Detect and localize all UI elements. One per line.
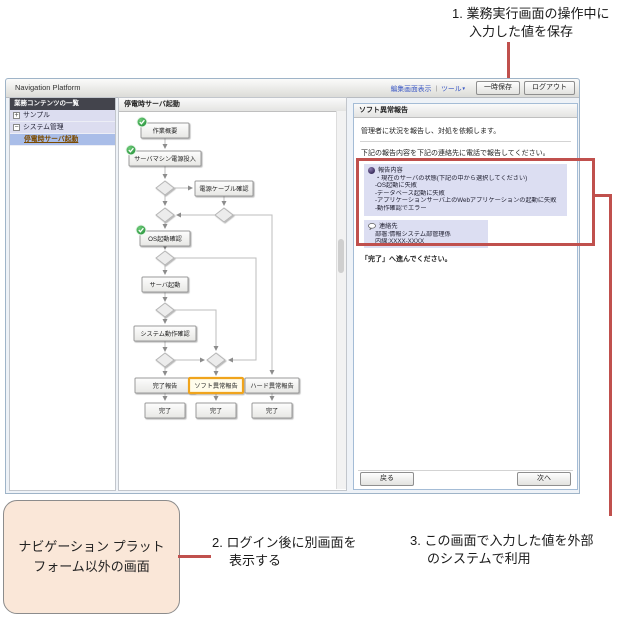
flow-node-done-report[interactable]: 完了報告 [134,377,196,394]
annotation-2-line1: 2. ログイン後に別画面を [212,535,357,550]
flow-node-cable-check[interactable]: 電源ケーブル確認 [194,180,254,197]
app-window: Navigation Platform 編集画面表示 | ツール▼ 一時保存 ロ… [5,78,580,494]
annotation-1-line2: 入力した値を保存 [469,24,574,40]
flow-node-system-check[interactable]: システム動作確認 [133,325,197,342]
tools-menu-link[interactable]: ツール▼ [441,83,466,93]
annotation-2-line2: 表示する [229,553,282,569]
svg-text:完了報告: 完了報告 [153,382,178,390]
divider [360,141,571,142]
tools-menu-label: ツール [441,86,462,93]
proceed-note: 「完了」へ進んでください。 [361,256,452,263]
annotation-3-line2: のシステムで利用 [427,551,531,567]
callout-box-report-content [356,158,595,246]
callout-line-1 [507,42,510,79]
check-icon [135,224,147,236]
page: 1. 業務実行画面の操作中に 入力した値を保存 Navigation Platf… [0,0,632,620]
back-button[interactable]: 戻る [360,471,414,486]
flow-node-overview[interactable]: 作業概要 [140,122,190,139]
flow-node-done-3[interactable]: 完了 [251,402,293,419]
toolbar: 編集画面表示 | ツール▼ 一時保存 ログアウト [391,79,575,97]
sidebar-item-power-failure-server-start[interactable]: 停電時サーバ起動 [10,134,115,146]
annotation-1: 1. 業務実行画面の操作中に 入力した値を保存 [452,5,609,41]
svg-text:サーバ起動: サーバ起動 [150,281,181,289]
flow-scrollbar-thumb[interactable] [338,239,344,273]
svg-text:ハード異常報告: ハード異常報告 [250,382,293,390]
flow-node-done-1[interactable]: 完了 [144,402,186,419]
flow-node-power-on[interactable]: サーバマシン電源投入 [128,150,202,167]
sidebar: 業務コンテンツの一覧 + サンプル − システム管理 停電時サーバ起動 [9,97,116,491]
title-bar: Navigation Platform 編集画面表示 | ツール▼ 一時保存 ロ… [6,79,579,98]
temp-save-button[interactable]: 一時保存 [476,80,520,96]
check-icon [125,144,137,156]
flow-panel-header: 停電時サーバ起動 [119,98,346,112]
detail-panel-header: ソフト異常報告 [354,104,577,118]
flow-node-soft-error-report-current[interactable]: ソフト異常報告 [187,376,245,395]
annotation-3-line1: 3. この画面で入力した値を外部 [410,533,594,548]
flow-node-server-start[interactable]: サーバ起動 [141,276,189,293]
check-icon [136,116,148,128]
external-screen-line2: フォーム以外の画面 [33,559,150,574]
external-screen-line1: ナビゲーション プラット [18,538,165,554]
sidebar-item-label: サンプル [23,112,50,119]
next-button[interactable]: 次へ [517,471,571,486]
annotation-1-line1: 1. 業務実行画面の操作中に [452,6,610,21]
flow-node-hard-error-report[interactable]: ハード異常報告 [244,377,300,394]
flow-scrollbar[interactable] [336,111,346,489]
sidebar-header: 業務コンテンツの一覧 [10,98,115,110]
flow-node-done-2[interactable]: 完了 [195,402,237,419]
flowchart: 作業概要 サーバマシン電源投入 電源ケーブル確認 OS起動確認 サーバ起動 シス… [125,116,300,419]
svg-text:OS起動確認: OS起動確認 [148,235,182,243]
flow-panel: 停電時サーバ起動 作業概要 サーバマシン電源投入 電源ケーブル確認 OS起動確認… [118,97,347,491]
callout-line-2 [178,555,211,558]
svg-text:サーバマシン電源投入: サーバマシン電源投入 [134,155,196,163]
flow-node-os-check[interactable]: OS起動確認 [139,230,191,247]
logout-button[interactable]: ログアウト [524,80,575,96]
minus-box-icon[interactable]: − [13,124,20,131]
window-title: Navigation Platform [15,83,81,92]
sidebar-item-label: 停電時サーバ起動 [24,136,79,143]
annotation-2: 2. ログイン後に別画面を 表示する [212,534,356,570]
flowchart-canvas: 作業概要 サーバマシン電源投入 電源ケーブル確認 OS起動確認 サーバ起動 シス… [119,111,336,490]
svg-text:完了: 完了 [266,407,278,415]
svg-text:電源ケーブル確認: 電源ケーブル確認 [199,185,248,193]
sidebar-item-system-admin[interactable]: − システム管理 [10,122,115,134]
external-screen-box: ナビゲーション プラット フォーム以外の画面 [3,500,180,614]
svg-text:システム動作確認: システム動作確認 [140,330,189,338]
svg-text:作業概要: 作業概要 [153,127,178,135]
callout-line-3-vertical [609,194,612,516]
annotation-3: 3. この画面で入力した値を外部 のシステムで利用 [410,532,593,568]
toolbar-separator: | [435,84,438,92]
svg-text:完了: 完了 [159,407,171,415]
svg-text:完了: 完了 [210,407,222,415]
edit-view-link[interactable]: 編集画面表示 [391,83,432,93]
plus-box-icon[interactable]: + [13,112,20,119]
divider [358,470,573,471]
sidebar-item-sample[interactable]: + サンプル [10,110,115,122]
detail-intro-text: 管理者に状況を報告し、対処を依頼します。 [361,128,501,135]
dropdown-arrow-icon: ▼ [461,86,466,91]
detail-instruction-text: 下記の報告内容を下記の連絡先に電話で報告してください。 [361,150,550,157]
sidebar-item-label: システム管理 [23,124,64,131]
svg-text:ソフト異常報告: ソフト異常報告 [194,382,237,390]
